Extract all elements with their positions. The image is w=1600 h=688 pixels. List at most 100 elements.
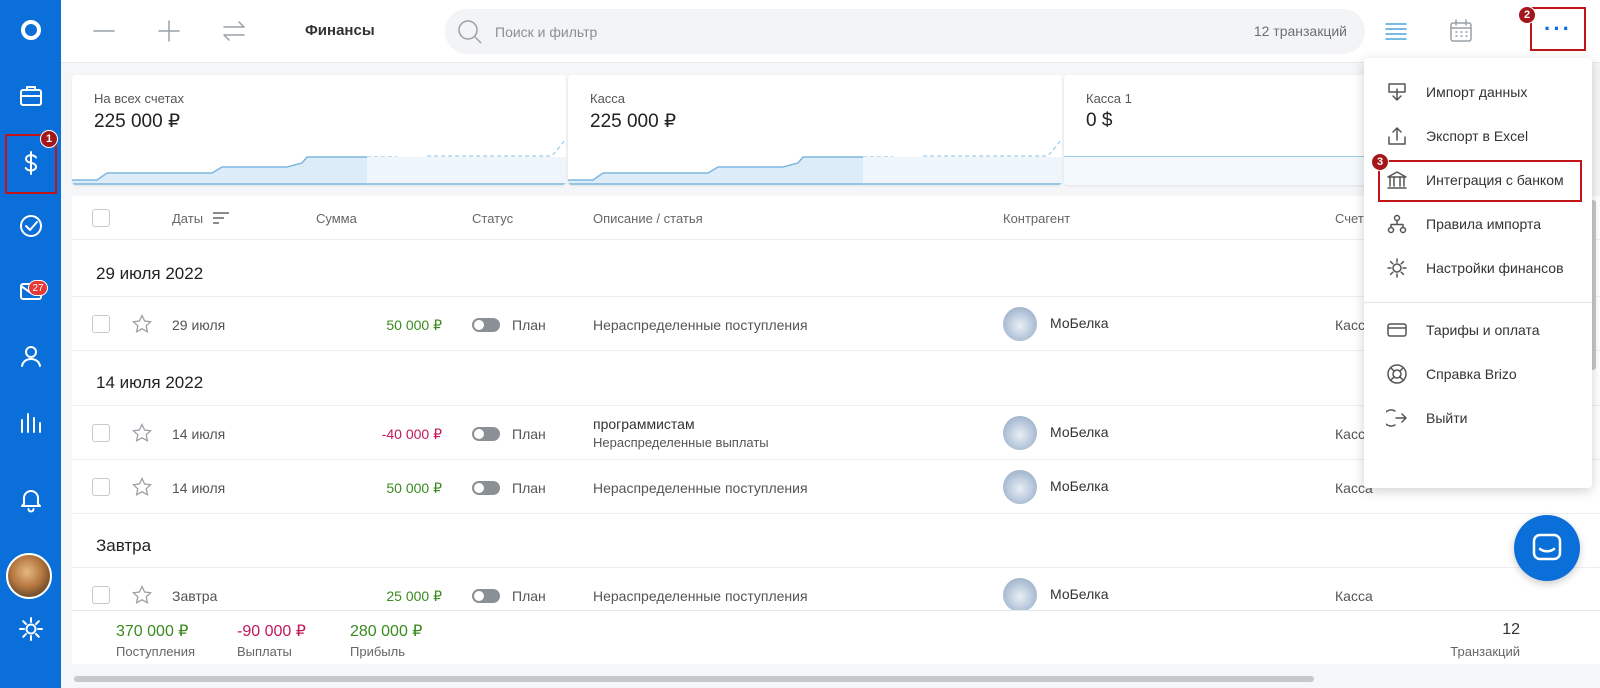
row-description-category: Нераспределенные выплаты (593, 435, 769, 450)
menu-item-label: Выйти (1426, 410, 1468, 426)
row-counterparty[interactable]: МоБелка (1050, 586, 1109, 602)
column-status[interactable]: Статус (472, 211, 513, 226)
search-bar[interactable]: 12 транзакций (445, 9, 1365, 54)
column-account[interactable]: Счет (1335, 211, 1364, 226)
row-checkbox[interactable] (92, 586, 110, 604)
list-view-icon[interactable] (1379, 14, 1413, 48)
menu-item-import-rules[interactable]: Правила импорта (1364, 202, 1592, 246)
search-input[interactable] (495, 21, 1095, 43)
export-icon (1388, 127, 1406, 145)
group-header: Завтра (96, 536, 152, 555)
mail-unread-badge: 27 (28, 280, 48, 296)
select-all-checkbox[interactable] (92, 209, 110, 227)
row-checkbox[interactable] (92, 478, 110, 496)
tasks-check-icon[interactable] (0, 198, 61, 254)
column-description[interactable]: Описание / статья (593, 211, 703, 226)
row-date: Завтра (172, 588, 218, 604)
row-date: 14 июля (172, 426, 226, 442)
table-row[interactable]: Завтра 25 000 ₽ План Нераспределенные по… (72, 567, 1600, 610)
menu-item-finance-settings[interactable]: Настройки финансов (1364, 246, 1592, 290)
row-counterparty[interactable]: МоБелка (1050, 315, 1109, 331)
step-1-marker: 1 (40, 130, 58, 148)
expense-label: Выплаты (237, 644, 292, 659)
row-description: Нераспределенные поступления (593, 317, 808, 333)
income-label: Поступления (116, 644, 196, 659)
star-icon[interactable] (131, 584, 153, 605)
sidebar (0, 0, 61, 688)
menu-item-tariffs[interactable]: Тарифы и оплата (1364, 308, 1592, 352)
group-header: 14 июля 2022 (96, 373, 204, 392)
totals-footer: 370 000 ₽ Поступления -90 000 ₽ Выплаты … (72, 610, 1600, 664)
row-description: Нераспределенные поступления (593, 480, 808, 496)
menu-item-import[interactable]: Импорт данных (1364, 70, 1592, 114)
status-toggle[interactable] (472, 481, 500, 495)
transfer-arrows-icon[interactable] (217, 14, 251, 48)
card-label: Касса 1 (1086, 91, 1132, 106)
menu-item-label: Экспорт в Excel (1426, 128, 1529, 144)
menu-item-label: Тарифы и оплата (1426, 322, 1540, 338)
group-header: 29 июля 2022 (96, 264, 204, 283)
plus-icon[interactable] (152, 14, 186, 48)
menu-item-help[interactable]: Справка Brizo (1364, 352, 1592, 396)
row-date: 14 июля (172, 480, 226, 496)
logo-icon[interactable] (0, 2, 61, 58)
notifications-bell-icon[interactable] (0, 471, 61, 527)
reports-chart-icon[interactable] (0, 394, 61, 450)
balance-card-kassa[interactable]: Касса 225 000 ₽ (568, 75, 1062, 185)
star-icon[interactable] (131, 476, 153, 497)
contacts-person-icon[interactable] (0, 328, 61, 384)
chat-button[interactable] (1514, 515, 1580, 581)
step-3-highlight (1378, 160, 1582, 202)
row-status: План (512, 426, 546, 442)
profit-total: 280 000 ₽ (350, 623, 423, 640)
star-icon[interactable] (131, 313, 153, 334)
row-amount: -40 000 ₽ (381, 426, 442, 442)
counterparty-avatar (1003, 307, 1037, 341)
income-total: 370 000 ₽ (116, 623, 189, 640)
card-icon (1387, 323, 1407, 337)
calendar-icon[interactable] (1444, 14, 1478, 48)
row-status: План (512, 588, 546, 604)
card-label: Касса (590, 91, 626, 106)
status-toggle[interactable] (472, 589, 500, 603)
column-dates[interactable]: Даты (172, 211, 203, 226)
card-sparkline (568, 138, 1062, 185)
expense-total: -90 000 ₽ (237, 623, 306, 640)
row-counterparty[interactable]: МоБелка (1050, 478, 1109, 494)
chat-icon (1532, 533, 1562, 561)
help-icon (1387, 364, 1407, 384)
sort-icon[interactable] (212, 210, 230, 226)
menu-item-label: Настройки финансов (1426, 260, 1564, 276)
transaction-count: 12 транзакций (1253, 23, 1347, 39)
column-amount[interactable]: Сумма (316, 211, 357, 226)
row-amount: 50 000 ₽ (386, 317, 442, 333)
profit-label: Прибыль (350, 644, 405, 659)
horizontal-scrollbar[interactable] (74, 676, 1314, 682)
briefcase-icon[interactable] (0, 68, 61, 124)
row-description: программистам (593, 416, 695, 432)
step-3-marker: 3 (1371, 153, 1389, 171)
transactions-count-label: Транзакций (1450, 644, 1520, 659)
menu-item-label: Справка Brizo (1426, 366, 1517, 382)
row-checkbox[interactable] (92, 315, 110, 333)
menu-item-export-excel[interactable]: Экспорт в Excel (1364, 114, 1592, 158)
user-avatar[interactable] (6, 553, 52, 599)
settings-gear-icon[interactable] (0, 601, 61, 657)
row-counterparty[interactable]: МоБелка (1050, 424, 1109, 440)
import-icon (1388, 83, 1406, 101)
row-checkbox[interactable] (92, 424, 110, 442)
settings-icon (1387, 258, 1407, 278)
row-description: Нераспределенные поступления (593, 588, 808, 604)
card-label: На всех счетах (94, 91, 185, 106)
column-counterparty[interactable]: Контрагент (1003, 211, 1070, 226)
status-toggle[interactable] (472, 427, 500, 441)
more-menu-button[interactable]: ··· (1537, 14, 1579, 44)
star-icon[interactable] (131, 422, 153, 443)
top-bar: Финансы 12 транзакций (61, 0, 1600, 63)
transactions-count-total: 12 (1502, 621, 1520, 638)
search-icon (458, 20, 482, 44)
menu-item-logout[interactable]: Выйти (1364, 396, 1592, 440)
minus-icon[interactable] (87, 14, 121, 48)
balance-card-all[interactable]: На всех счетах 225 000 ₽ (72, 75, 566, 185)
status-toggle[interactable] (472, 318, 500, 332)
